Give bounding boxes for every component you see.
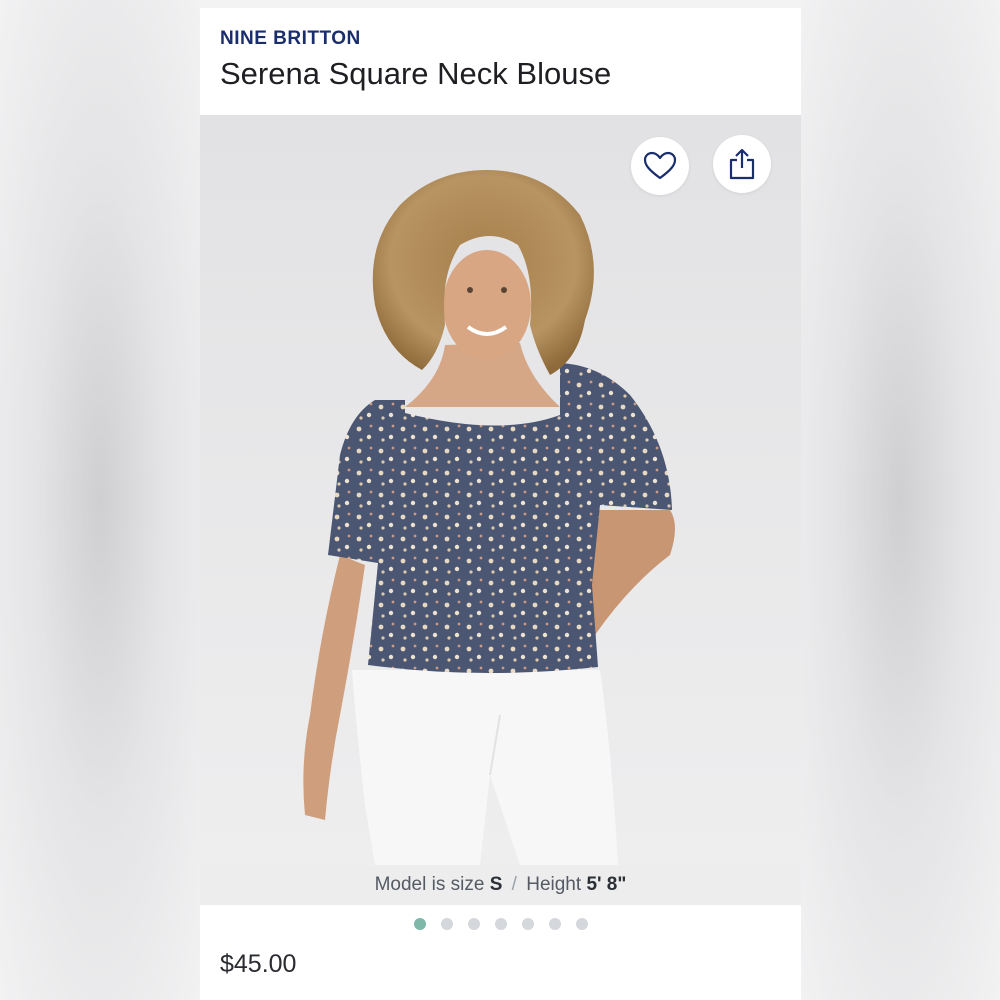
caption-model-label: Model is size: [374, 874, 485, 895]
share-button[interactable]: [713, 135, 771, 193]
pagination-dot[interactable]: [494, 918, 507, 930]
product-price: $45.00: [220, 950, 297, 978]
top-divider: [200, 0, 801, 8]
right-blur-background: [800, 0, 1000, 1000]
pagination-dot[interactable]: [548, 918, 561, 930]
product-photo: [200, 115, 801, 865]
model-size-caption: Model is size S / Height 5' 8": [200, 865, 801, 905]
caption-height-value: 5' 8": [586, 874, 627, 895]
favorite-button[interactable]: [631, 137, 689, 195]
caption-height-label: Height: [526, 874, 582, 895]
pagination-dot[interactable]: [575, 918, 588, 930]
product-page: NINE BRITTON Serena Square Neck Blouse M…: [200, 0, 801, 1000]
share-icon: [729, 148, 755, 180]
pagination-dot[interactable]: [413, 918, 426, 930]
carousel-pagination: [200, 918, 801, 932]
pagination-dot[interactable]: [521, 918, 534, 930]
product-image-carousel[interactable]: Model is size S / Height 5' 8": [200, 115, 801, 905]
left-blur-background: [0, 0, 200, 1000]
pagination-dot[interactable]: [467, 918, 480, 930]
pagination-dot[interactable]: [440, 918, 453, 930]
caption-model-size: S: [489, 874, 503, 895]
heart-icon: [643, 151, 677, 180]
product-title: Serena Square Neck Blouse: [220, 56, 612, 91]
caption-separator: /: [511, 874, 517, 895]
brand-name[interactable]: NINE BRITTON: [220, 28, 361, 50]
